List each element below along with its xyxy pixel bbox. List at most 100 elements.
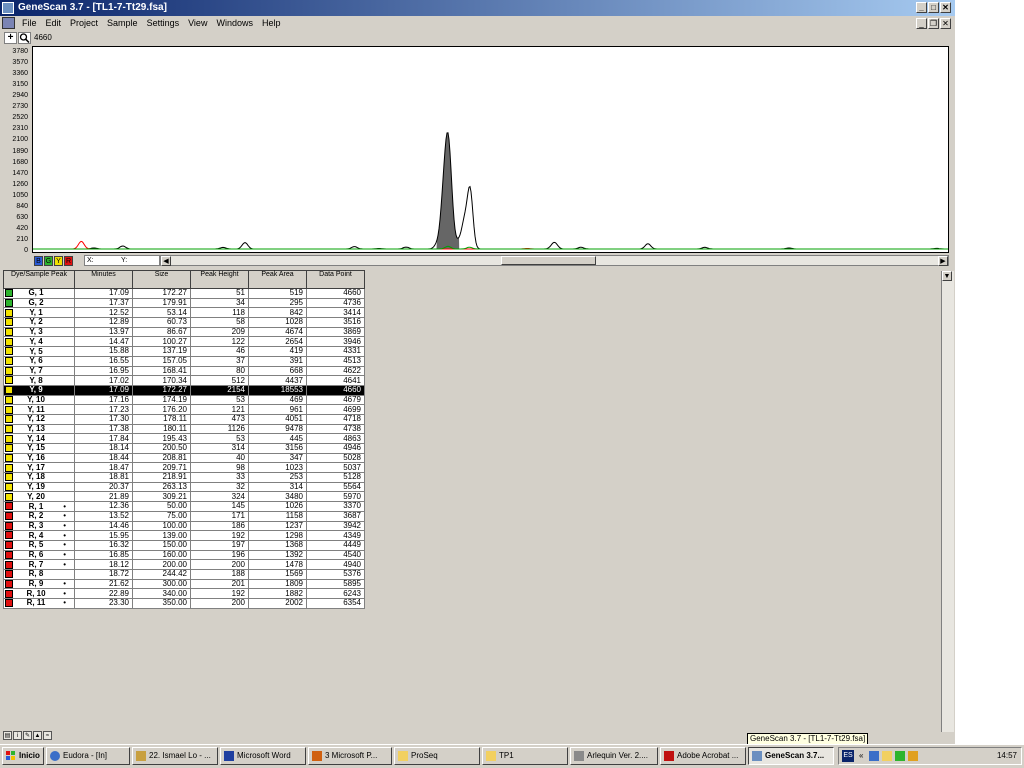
peak-icon[interactable]: ▲: [33, 731, 42, 740]
table-row[interactable]: R, 10 • 22.89 340.00 192 1882 6243: [3, 588, 365, 599]
col-size[interactable]: Size: [132, 270, 191, 289]
menu-view[interactable]: View: [188, 17, 207, 30]
dye-green-button[interactable]: G: [44, 256, 53, 266]
table-row[interactable]: Y, 4 14.47 100.27 122 2654 3946: [3, 336, 365, 348]
security-icon[interactable]: [895, 751, 905, 761]
scroll-right-button[interactable]: ▶: [938, 256, 948, 266]
tray-expand-chevron[interactable]: «: [859, 748, 863, 764]
table-row[interactable]: Y, 14 17.84 195.43 53 445 4863: [3, 433, 365, 444]
dye-red-button[interactable]: R: [64, 256, 73, 266]
col-minutes[interactable]: Minutes: [74, 270, 133, 289]
table-row[interactable]: R, 6 • 16.85 160.00 196 1392 4540: [3, 549, 365, 561]
scroll-thumb[interactable]: [501, 256, 596, 265]
taskbar-tp1[interactable]: TP1: [482, 747, 568, 765]
taskbar-proseq[interactable]: ProSeq: [394, 747, 480, 765]
table-row[interactable]: G, 2 17.37 179.91 34 295 4736: [3, 297, 365, 309]
dye-yellow-button[interactable]: Y: [54, 256, 63, 266]
col-peak-height[interactable]: Peak Height: [190, 270, 249, 289]
table-row[interactable]: Y, 6 16.55 157.05 37 391 4513: [3, 355, 365, 367]
menu-settings[interactable]: Settings: [147, 17, 180, 30]
mdi-minimize-button[interactable]: _: [916, 18, 927, 29]
cell-point: 4718: [306, 413, 365, 425]
maximize-button[interactable]: □: [928, 2, 939, 13]
table-row[interactable]: Y, 18 18.81 218.91 33 253 5128: [3, 472, 365, 483]
col-peak-area[interactable]: Peak Area: [248, 270, 307, 289]
table-row[interactable]: Y, 1 12.52 53.14 118 842 3414: [3, 307, 365, 319]
table-row[interactable]: Y, 2 12.89 60.73 58 1028 3516: [3, 317, 365, 328]
table-row[interactable]: Y, 9 17.09 172.27 2154 18553 4660: [3, 384, 365, 396]
cell-point: 6243: [306, 588, 365, 599]
table-row[interactable]: Y, 5 15.88 137.19 46 419 4331: [3, 346, 365, 357]
menu-help[interactable]: Help: [262, 17, 281, 30]
table-row[interactable]: R, 5 • 16.32 150.00 197 1368 4449: [3, 539, 365, 551]
info-icon[interactable]: i: [13, 731, 22, 740]
table-row[interactable]: Y, 17 18.47 209.71 98 1023 5037: [3, 462, 365, 474]
cell-minutes: 16.95: [74, 365, 133, 377]
plot-horizontal-scrollbar[interactable]: ◀ ▶: [160, 255, 949, 266]
table-row[interactable]: Y, 11 17.23 176.20 121 961 4699: [3, 404, 365, 415]
scroll-down-button[interactable]: ▼: [942, 271, 952, 281]
cell-area: 295: [248, 297, 307, 309]
table-row[interactable]: Y, 15 18.14 200.50 314 3156 4946: [3, 443, 365, 454]
table-row[interactable]: R, 3 • 14.46 100.00 186 1237 3942: [3, 520, 365, 532]
table-row[interactable]: Y, 19 20.37 263.13 32 314 5564: [3, 481, 365, 493]
menu-edit[interactable]: Edit: [46, 17, 62, 30]
table-row[interactable]: Y, 10 17.16 174.19 53 469 4679: [3, 394, 365, 406]
menu-windows[interactable]: Windows: [216, 17, 253, 30]
dye-blue-button[interactable]: B: [34, 256, 43, 266]
language-indicator[interactable]: ES: [842, 750, 854, 762]
table-row[interactable]: Y, 20 21.89 309.21 324 3480 5970: [3, 491, 365, 503]
document-icon[interactable]: [2, 17, 15, 29]
crosshair-icon[interactable]: +: [4, 32, 17, 44]
table-vertical-scrollbar[interactable]: ▲ ▼: [941, 271, 954, 732]
table-view-icon[interactable]: ▤: [3, 731, 12, 740]
chart-view-icon[interactable]: ≈: [43, 731, 52, 740]
table-row[interactable]: R, 8 18.72 244.42 188 1569 5376: [3, 568, 365, 580]
table-row[interactable]: Y, 3 13.97 86.67 209 4674 3869: [3, 326, 365, 338]
taskbar-arlequin[interactable]: Arlequin Ver. 2....: [570, 747, 658, 765]
taskbar-word[interactable]: Microsoft Word: [220, 747, 306, 765]
title-bar[interactable]: GeneScan 3.7 - [TL1-7-Tt29.fsa] _ □ ✕: [0, 0, 955, 16]
taskbar-eudora[interactable]: Eudora - [In]: [46, 747, 130, 765]
taskbar-genescan[interactable]: GeneScan 3.7...: [748, 747, 834, 765]
antivirus-icon[interactable]: [908, 751, 918, 761]
start-button[interactable]: Inicio: [2, 747, 44, 765]
table-row[interactable]: Y, 13 17.38 180.11 1126 9478 4738: [3, 423, 365, 435]
scroll-left-button[interactable]: ◀: [161, 256, 171, 266]
taskbar-acrobat[interactable]: Adobe Acrobat ...: [660, 747, 746, 765]
plot-canvas[interactable]: [32, 46, 949, 253]
cell-minutes: 23.30: [74, 598, 133, 609]
magnifier-icon[interactable]: [18, 32, 31, 44]
taskbar-ismael-lo[interactable]: 22. Ismael Lo - ...: [132, 747, 218, 765]
network-icon[interactable]: [869, 751, 879, 761]
table-row[interactable]: R, 7 • 18.12 200.00 200 1478 4940: [3, 559, 365, 570]
cell-size: 309.21: [132, 491, 191, 503]
menu-project[interactable]: Project: [70, 17, 98, 30]
app-icon[interactable]: [2, 2, 14, 14]
table-row[interactable]: R, 1 • 12.36 50.00 145 1026 3370: [3, 501, 365, 512]
edit-icon[interactable]: ✎: [23, 731, 32, 740]
table-row[interactable]: Y, 7 16.95 168.41 80 668 4622: [3, 365, 365, 377]
menu-file[interactable]: File: [22, 17, 37, 30]
chart-svg[interactable]: [33, 47, 948, 252]
taskbar-powerpoint[interactable]: 3 Microsoft P...: [308, 747, 392, 765]
y-tick-label: 1680: [12, 158, 28, 166]
table-row[interactable]: R, 11 • 23.30 350.00 200 2002 6354: [3, 598, 365, 609]
col-dye-sample-peak[interactable]: Dye/Sample Peak: [3, 270, 75, 289]
table-row[interactable]: Y, 16 18.44 208.81 40 347 5028: [3, 452, 365, 464]
cell-area: 18553: [248, 384, 307, 396]
cell-minutes: 16.32: [74, 539, 133, 551]
table-row[interactable]: Y, 8 17.02 170.34 512 4437 4641: [3, 375, 365, 386]
mdi-restore-button[interactable]: ❐: [928, 18, 939, 29]
table-row[interactable]: R, 9 • 21.62 300.00 201 1809 5895: [3, 578, 365, 590]
mdi-close-button[interactable]: ✕: [940, 18, 951, 29]
minimize-button[interactable]: _: [916, 2, 927, 13]
table-row[interactable]: Y, 12 17.30 178.11 473 4051 4718: [3, 413, 365, 425]
col-data-point[interactable]: Data Point: [306, 270, 365, 289]
menu-sample[interactable]: Sample: [107, 17, 138, 30]
close-button[interactable]: ✕: [940, 2, 951, 13]
notepad-icon[interactable]: [882, 751, 892, 761]
table-row[interactable]: G, 1 17.09 172.27 51 519 4660: [3, 288, 365, 299]
table-row[interactable]: R, 2 • 13.52 75.00 171 1158 3687: [3, 510, 365, 522]
table-row[interactable]: R, 4 • 15.95 139.00 192 1298 4349: [3, 530, 365, 541]
